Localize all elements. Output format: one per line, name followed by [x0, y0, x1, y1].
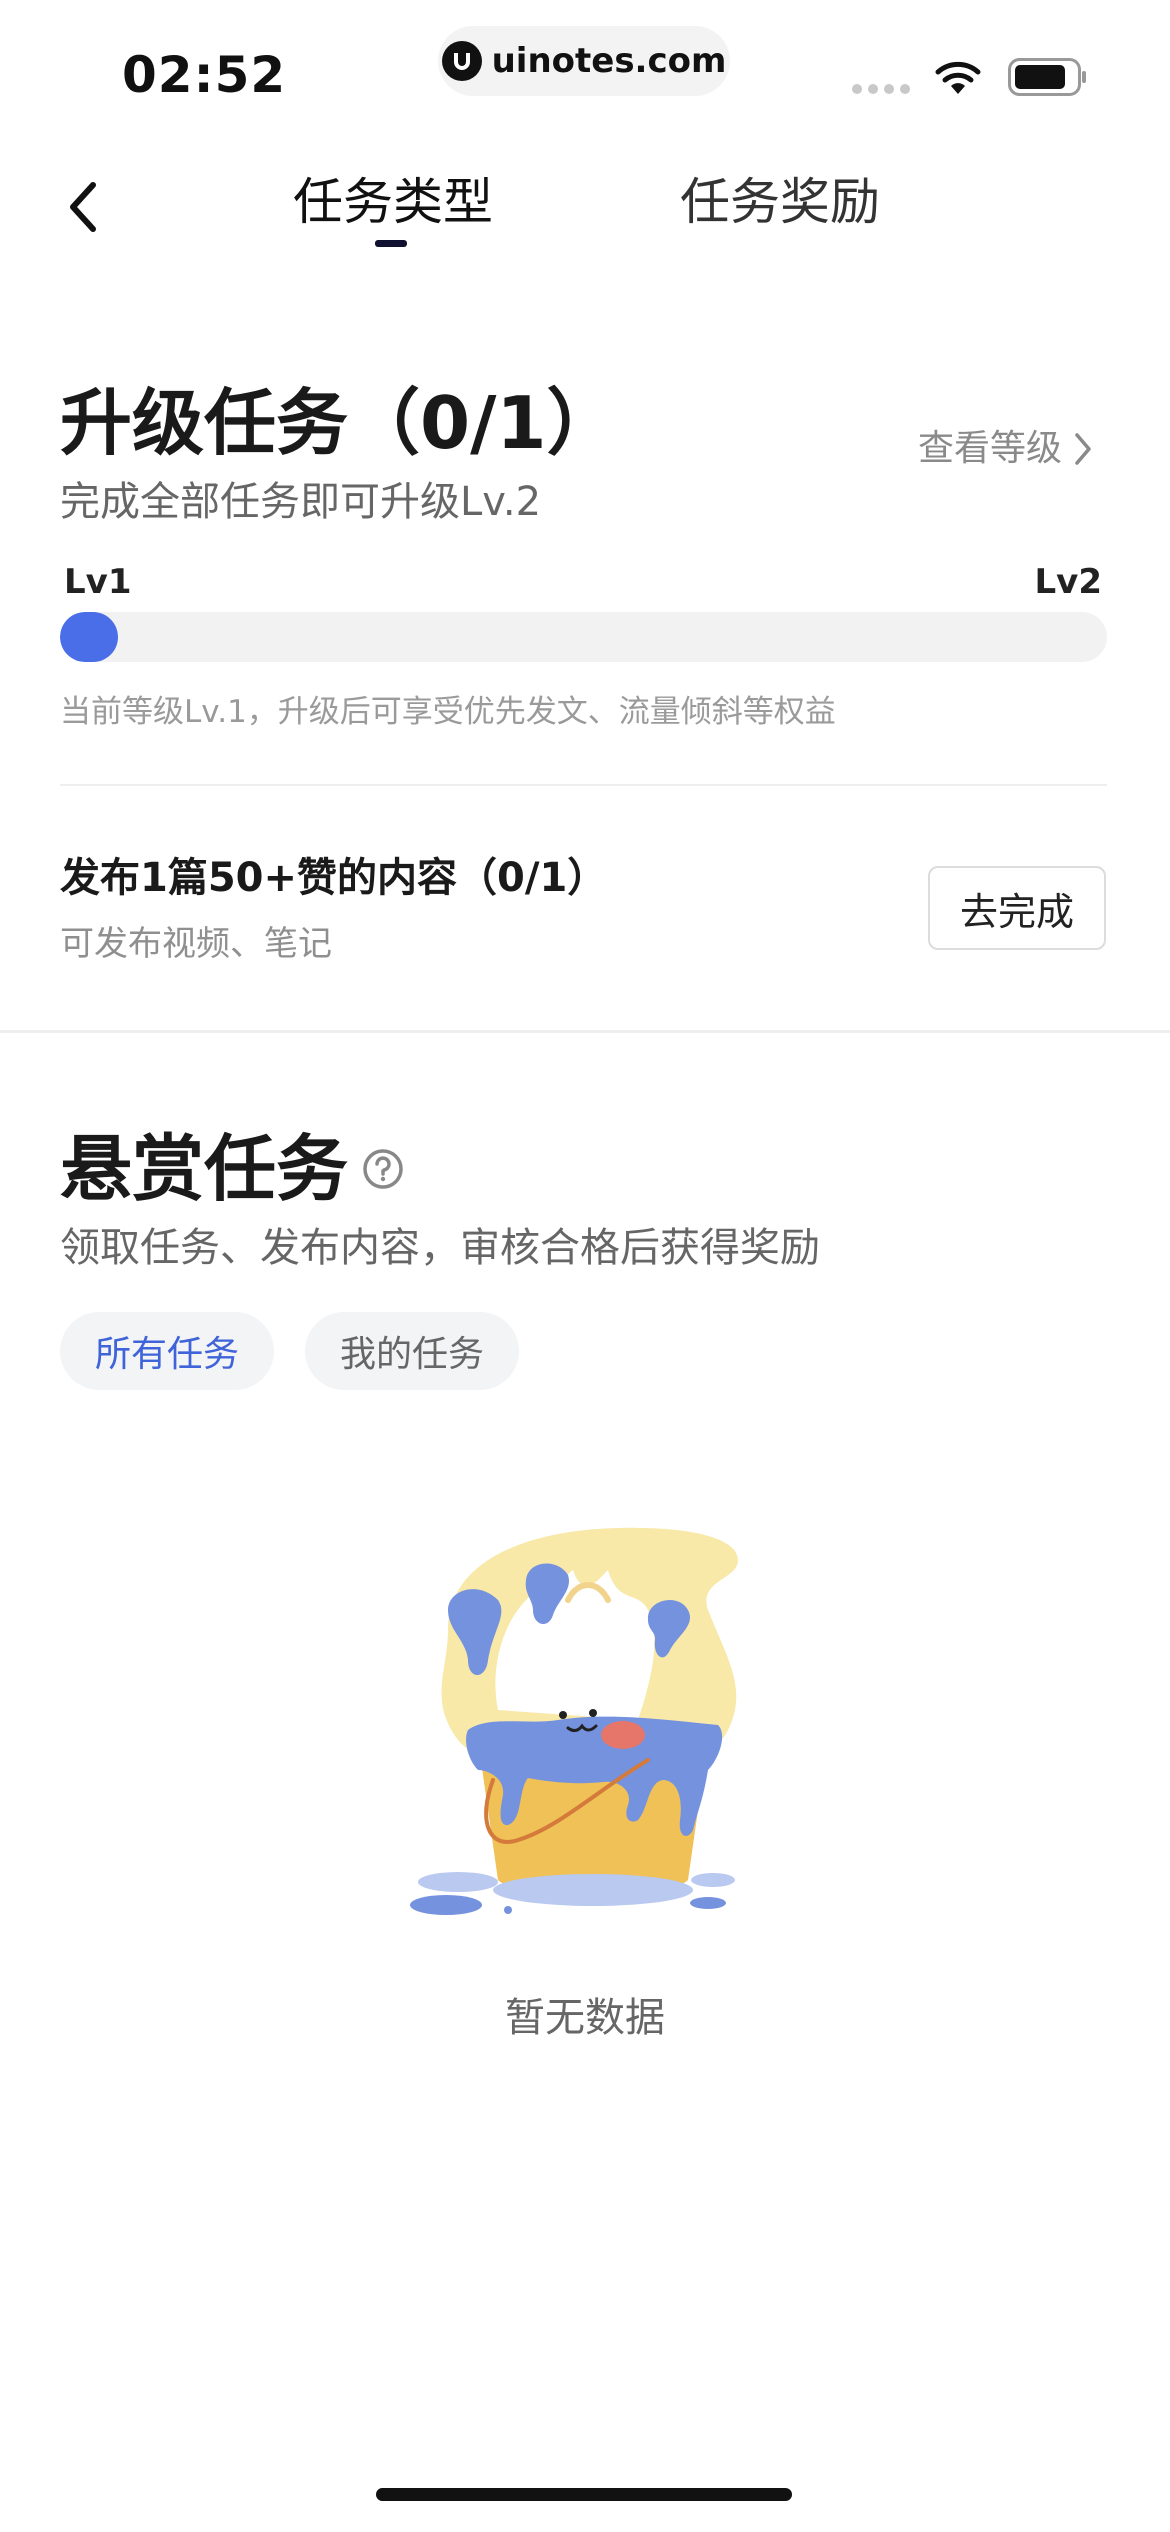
help-circle-icon [363, 1149, 403, 1189]
url-pill[interactable]: uinotes.com [438, 26, 730, 96]
task-title: 发布1篇50+赞的内容（0/1） [60, 855, 608, 901]
help-button[interactable] [362, 1148, 404, 1190]
status-time: 02:52 [122, 46, 287, 104]
chevron-right-icon [1075, 433, 1091, 465]
site-logo-icon [441, 41, 482, 81]
level-progress-bar [60, 612, 1107, 662]
chip-my-tasks[interactable]: 我的任务 [305, 1312, 519, 1390]
level-hint: 当前等级Lv.1，升级后可享受优先发文、流量倾斜等权益 [60, 694, 836, 730]
bounty-title: 悬赏任务 [60, 1127, 349, 1211]
signal-icon [852, 84, 910, 94]
task-description: 可发布视频、笔记 [60, 924, 332, 964]
tab-active-indicator [375, 240, 407, 247]
level-progress-fill [60, 612, 118, 662]
empty-bucket-illustration [408, 1520, 768, 1920]
home-indicator[interactable] [376, 2488, 792, 2501]
back-arrow-icon [70, 182, 96, 232]
level-end-label: Lv2 [1034, 562, 1103, 602]
go-complete-button[interactable]: 去完成 [928, 866, 1106, 950]
view-level-label: 查看等级 [917, 428, 1062, 469]
wifi-icon [934, 60, 982, 100]
url-text: uinotes.com [491, 41, 727, 81]
empty-state-text: 暂无数据 [505, 1995, 665, 2041]
level-start-label: Lv1 [64, 562, 132, 602]
upgrade-subtitle: 完成全部任务即可升级Lv.2 [60, 479, 542, 525]
chip-all-tasks[interactable]: 所有任务 [60, 1312, 274, 1390]
bounty-subtitle: 领取任务、发布内容，审核合格后获得奖励 [60, 1225, 820, 1271]
view-level-link[interactable]: 查看等级 [918, 424, 1092, 474]
tab-task-type[interactable]: 任务类型 [293, 170, 493, 234]
tab-task-reward[interactable]: 任务奖励 [680, 170, 880, 234]
section-divider-full [0, 1030, 1170, 1033]
upgrade-title: 升级任务（0/1） [60, 381, 619, 465]
section-divider [60, 784, 1107, 786]
battery-icon [1008, 58, 1088, 100]
back-button[interactable] [58, 172, 108, 242]
